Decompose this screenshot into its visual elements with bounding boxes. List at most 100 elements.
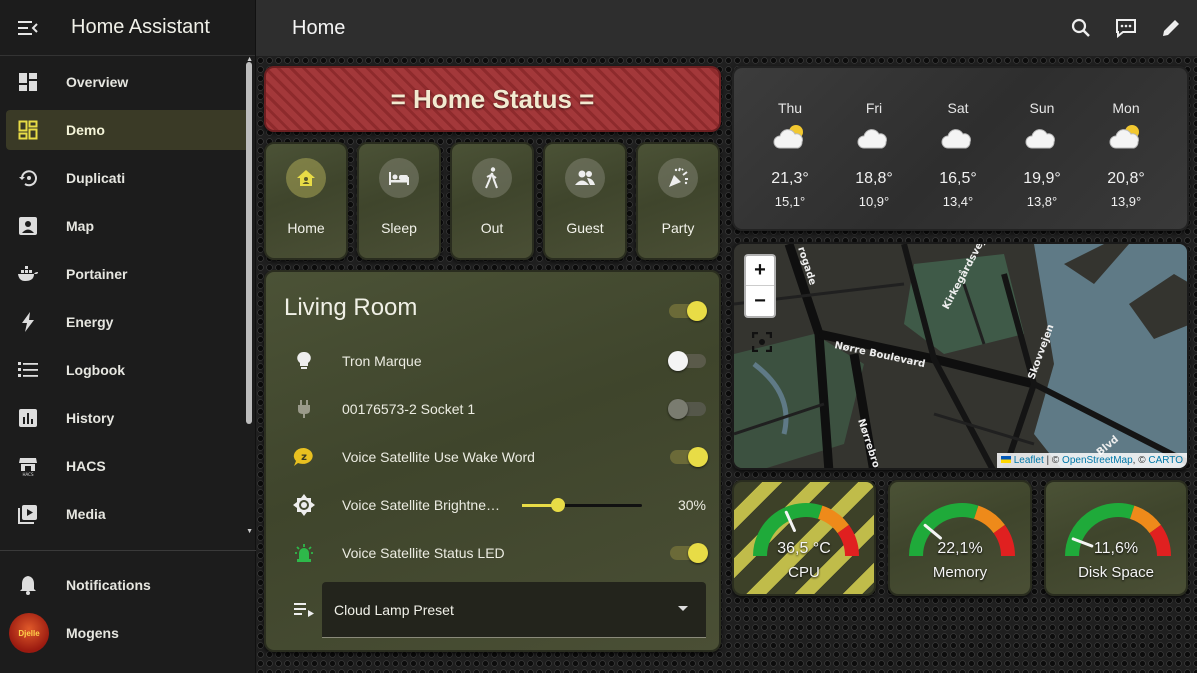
svg-text:HACS: HACS xyxy=(22,472,33,476)
top-app-bar: Home xyxy=(256,0,1197,56)
entity-row-brightness: Voice Satellite Brightne… 30% xyxy=(286,490,706,520)
focus-icon[interactable] xyxy=(752,332,772,352)
walk-icon xyxy=(485,167,498,189)
toggle-switch[interactable] xyxy=(668,399,706,419)
entity-row-socket[interactable]: 00176573-2 Socket 1 xyxy=(286,394,706,424)
mode-button-sleep[interactable]: Sleep xyxy=(357,142,441,260)
partly-cloudy-icon xyxy=(1109,125,1139,149)
sidebar-item-profile[interactable]: Djelle Mogens xyxy=(6,613,250,653)
carto-link[interactable]: CARTO xyxy=(1148,455,1183,466)
avatar: Djelle xyxy=(9,613,49,653)
playlist-play-icon xyxy=(294,603,314,617)
scroll-down-arrow[interactable]: ▼ xyxy=(246,528,253,535)
forecast-low: 15,1° xyxy=(774,194,806,209)
cloudy-icon xyxy=(1025,129,1055,149)
notifications-label: Notifications xyxy=(66,577,151,593)
forecast-day: Sun 19,9° 13,8° xyxy=(1000,68,1084,209)
toggle-switch[interactable] xyxy=(670,447,708,467)
living-room-master-toggle[interactable] xyxy=(669,301,707,321)
gauge-value: 11,6% xyxy=(1093,540,1139,557)
attribution-separator: | © xyxy=(1043,455,1063,466)
mode-button-out[interactable]: Out xyxy=(450,142,534,260)
sidebar-item-label: History xyxy=(66,410,115,426)
forecast-day-name: Thu xyxy=(777,100,803,116)
menu-toggle-button[interactable] xyxy=(0,0,56,56)
sidebar-item-overview[interactable]: Overview xyxy=(6,62,250,102)
sidebar-scrollbar[interactable] xyxy=(246,62,252,424)
leaflet-link[interactable]: Leaflet xyxy=(1014,455,1044,466)
sidebar-item-demo[interactable]: Demo xyxy=(6,110,250,150)
overview-grid-icon xyxy=(19,73,37,91)
sidebar-item-history[interactable]: History xyxy=(6,398,250,438)
forecast-day: Mon 20,8° 13,9° xyxy=(1084,68,1168,209)
mode-icon-circle xyxy=(379,158,419,198)
pencil-edit-icon[interactable] xyxy=(1161,18,1181,38)
sidebar-item-portainer[interactable]: Portainer xyxy=(6,254,250,294)
gauge-card-disk-space[interactable]: 11,6% Disk Space xyxy=(1044,480,1188,596)
chart-bar-icon xyxy=(19,409,37,427)
gauge-value: 36,5 °C xyxy=(777,540,831,557)
entity-row-wake-word[interactable]: z Voice Satellite Use Wake Word xyxy=(286,442,708,472)
map-card[interactable]: rogade Kirkegårdsvej Nørre Boulevard Nør… xyxy=(732,242,1189,470)
forecast-day-name: Sun xyxy=(1029,100,1055,116)
zoom-in-button[interactable]: + xyxy=(746,256,774,286)
living-room-card: Living Room Tron Marque 00176573-2 Socke… xyxy=(264,270,721,652)
mode-button-party[interactable]: Party xyxy=(636,142,720,260)
toggle-switch[interactable] xyxy=(668,351,706,371)
forecast-high: 21,3° xyxy=(771,170,809,187)
map-tiles[interactable]: rogade Kirkegårdsvej Nørre Boulevard Nør… xyxy=(734,244,1189,470)
mode-label: Guest xyxy=(566,220,604,236)
gauge-name: CPU xyxy=(788,564,820,581)
osm-link[interactable]: OpenStreetMap xyxy=(1062,455,1133,466)
ukraine-flag-icon xyxy=(1000,456,1011,463)
sidebar-item-map[interactable]: Map xyxy=(6,206,250,246)
forecast-day-name: Fri xyxy=(865,100,883,116)
card-title: Living Room xyxy=(284,294,418,321)
gauge-card-memory[interactable]: 22,1% Memory xyxy=(888,480,1032,596)
sidebar-item-hacs[interactable]: HACS HACS xyxy=(6,446,250,486)
sidebar-item-label: HACS xyxy=(66,458,106,474)
search-icon[interactable] xyxy=(1071,18,1091,38)
mode-icon-circle xyxy=(658,158,698,198)
entity-row-tron-marque[interactable]: Tron Marque xyxy=(286,346,706,376)
gauge-segment-orange xyxy=(973,505,1005,534)
bed-icon xyxy=(389,172,409,185)
sidebar-item-duplicati[interactable]: Duplicati xyxy=(6,158,250,198)
assist-chat-icon[interactable] xyxy=(1115,18,1137,38)
preset-select[interactable]: Cloud Lamp Preset xyxy=(322,582,706,638)
mode-icon-circle xyxy=(565,158,605,198)
slider-thumb[interactable] xyxy=(551,498,565,512)
forecast-low: 13,8° xyxy=(1026,194,1058,209)
account-group-icon xyxy=(575,170,595,185)
sidebar-nav: Overview Demo Duplicati Map Portainer En… xyxy=(0,58,256,548)
alarm-light-icon xyxy=(295,544,313,562)
brightness-slider[interactable] xyxy=(522,498,642,512)
mode-label: Home xyxy=(287,220,325,236)
sidebar-item-label: Overview xyxy=(66,74,129,90)
mode-label: Out xyxy=(480,220,504,236)
forecast-high: 20,8° xyxy=(1107,170,1145,187)
sidebar-item-energy[interactable]: Energy xyxy=(6,302,250,342)
gauge-card-cpu[interactable]: 36,5 °C CPU xyxy=(732,480,876,596)
forecast-low: 10,9° xyxy=(858,194,890,209)
bell-icon xyxy=(20,576,36,595)
select-value: Cloud Lamp Preset xyxy=(334,601,454,618)
entity-row-status-led[interactable]: Voice Satellite Status LED xyxy=(286,538,708,568)
forecast-day: Fri 18,8° 10,9° xyxy=(832,68,916,209)
backup-restore-icon xyxy=(19,170,37,187)
entity-name: Voice Satellite Status LED xyxy=(342,545,505,561)
sidebar-item-media[interactable]: Media xyxy=(6,494,250,534)
mode-label: Party xyxy=(661,220,695,236)
sidebar: Home Assistant Overview Demo Duplicati M… xyxy=(0,0,256,673)
mode-button-home[interactable]: Home xyxy=(264,142,348,260)
sidebar-item-label: Logbook xyxy=(66,362,126,378)
toggle-switch[interactable] xyxy=(670,543,708,563)
sidebar-item-logbook[interactable]: Logbook xyxy=(6,350,250,390)
weather-forecast-card[interactable]: Thu 21,3° 15,1° Fri 18,8° 10,9° Sat 16,5… xyxy=(732,66,1189,231)
attribution-separator: , © xyxy=(1132,455,1149,466)
sidebar-item-label: Map xyxy=(66,218,94,234)
sidebar-item-notifications[interactable]: Notifications xyxy=(6,565,250,605)
lightning-icon xyxy=(22,312,34,332)
mode-button-guest[interactable]: Guest xyxy=(543,142,627,260)
zoom-out-button[interactable]: − xyxy=(746,286,774,316)
